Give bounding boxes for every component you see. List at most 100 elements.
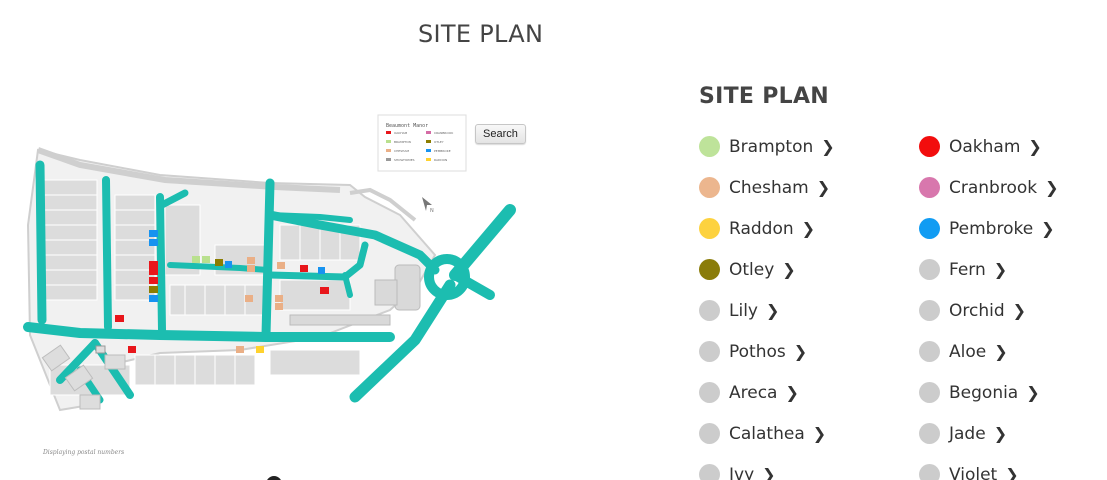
legend-item-violet[interactable]: Violet ❯ [919, 454, 1059, 480]
legend-label: Otley [729, 259, 775, 280]
map-key-label: PEMBROKE [434, 149, 451, 153]
map-key-swatch [426, 140, 431, 143]
svg-text:N: N [430, 208, 434, 214]
chevron-right-icon: ❯ [782, 260, 796, 279]
map-key-swatch [386, 131, 391, 134]
legend-swatch [699, 423, 720, 444]
legend-swatch [699, 341, 720, 362]
chevron-right-icon: ❯ [993, 424, 1008, 443]
legend-label: Pembroke [949, 218, 1034, 239]
legend-item-pothos[interactable]: Pothos ❯ [699, 331, 835, 372]
legend-label: Ivy [729, 464, 755, 480]
legend-label: Raddon [729, 218, 794, 239]
chevron-right-icon: ❯ [993, 260, 1008, 279]
search-button[interactable]: Search [475, 124, 526, 144]
legend-swatch [919, 177, 940, 198]
legend-label: Cranbrook [949, 177, 1038, 198]
site-map[interactable]: N Beaumont Manor OAKHAM CRANBROOK BRAMPTON… [20, 105, 540, 475]
legend-item-calathea[interactable]: Calathea ❯ [699, 413, 835, 454]
legend-swatch [699, 218, 720, 239]
chevron-right-icon: ❯ [793, 342, 808, 361]
map-key-label: SHOWHOMES [394, 158, 415, 162]
map-key-swatch [426, 131, 431, 134]
chevron-right-icon: ❯ [765, 301, 780, 320]
map-key: Beaumont Manor OAKHAM CRANBROOK BRAMPTON OT… [377, 114, 467, 172]
chevron-right-icon: ❯ [1026, 383, 1040, 402]
legend-item-orchid[interactable]: Orchid ❯ [919, 290, 1059, 331]
map-key-swatch [426, 149, 431, 152]
legend-swatch [919, 382, 940, 403]
legend-item-cranbrook[interactable]: Cranbrook ❯ [919, 167, 1059, 208]
legend-swatch [699, 300, 720, 321]
map-key-label: CHESHAM [394, 149, 409, 153]
chevron-right-icon: ❯ [816, 178, 831, 197]
legend-label: Lily [729, 300, 758, 321]
legend-item-begonia[interactable]: Begonia ❯ [919, 372, 1059, 413]
chevron-right-icon: ❯ [801, 219, 816, 238]
legend-label: Orchid [949, 300, 1005, 321]
map-key-swatch [386, 158, 391, 161]
legend-item-raddon[interactable]: Raddon ❯ [699, 208, 835, 249]
scroll-indicator[interactable] [266, 476, 282, 480]
legend-item-brampton[interactable]: Brampton ❯ [699, 126, 835, 167]
legend-label: Fern [949, 259, 986, 280]
legend-label: Violet [949, 464, 998, 480]
legend-swatch [919, 136, 940, 157]
legend-label: Areca [729, 382, 778, 403]
map-key-label: CRANBROOK [434, 131, 454, 135]
map-key-swatch [426, 158, 431, 161]
map-key-label: BRAMPTON [394, 140, 411, 144]
legend-label: Aloe [949, 341, 987, 362]
legend-item-jade[interactable]: Jade ❯ [919, 413, 1059, 454]
legend-swatch [919, 259, 940, 280]
legend-column-left: Brampton ❯ Chesham ❯ Raddon ❯ Otley ❯ Lily ❯ Potho… [699, 126, 835, 480]
map-key-label: OAKHAM [394, 131, 408, 135]
legend-swatch [699, 136, 720, 157]
legend-label: Calathea [729, 423, 805, 444]
legend-label: Pothos [729, 341, 786, 362]
legend-swatch [699, 177, 720, 198]
legend-item-lily[interactable]: Lily ❯ [699, 290, 835, 331]
chevron-right-icon: ❯ [762, 465, 776, 480]
legend-swatch [699, 382, 720, 403]
map-key-swatch [386, 140, 391, 143]
legend-label: Begonia [949, 382, 1019, 403]
legend-swatch [919, 341, 940, 362]
chevron-right-icon: ❯ [1028, 137, 1042, 156]
legend-item-aloe[interactable]: Aloe ❯ [919, 331, 1059, 372]
chevron-right-icon: ❯ [1012, 301, 1027, 320]
legend-item-chesham[interactable]: Chesham ❯ [699, 167, 835, 208]
map-key-title: Beaumont Manor [386, 123, 428, 129]
legend-item-oakham[interactable]: Oakham ❯ [919, 126, 1059, 167]
chevron-right-icon: ❯ [1041, 219, 1055, 238]
chevron-right-icon: ❯ [1005, 465, 1019, 480]
legend-swatch [919, 464, 940, 480]
page-title: SITE PLAN [418, 20, 544, 48]
legend-item-pembroke[interactable]: Pembroke ❯ [919, 208, 1059, 249]
map-key-label: RADDON [434, 158, 447, 162]
chevron-right-icon: ❯ [812, 424, 827, 443]
north-arrow-icon: N [422, 197, 434, 214]
legend-label: Brampton [729, 136, 814, 157]
legend-label: Oakham [949, 136, 1021, 157]
legend-swatch [919, 423, 940, 444]
legend-swatch [919, 300, 940, 321]
legend-swatch [699, 259, 720, 280]
legend-title: SITE PLAN [699, 84, 830, 109]
map-key-label: OTLEY [434, 140, 444, 144]
legend-item-ivy[interactable]: Ivy ❯ [699, 454, 835, 480]
map-caption: Displaying postal numbers [43, 449, 125, 456]
chevron-right-icon: ❯ [1045, 178, 1059, 197]
legend-item-otley[interactable]: Otley ❯ [699, 249, 835, 290]
chevron-right-icon: ❯ [785, 383, 799, 402]
legend-label: Chesham [729, 177, 809, 198]
map-key-swatch [386, 149, 391, 152]
legend-swatch [699, 464, 720, 480]
legend-label: Jade [949, 423, 986, 444]
chevron-right-icon: ❯ [994, 342, 1008, 361]
legend-swatch [919, 218, 940, 239]
site-map-drawing[interactable]: N Beaumont Manor OAKHAM CRANBROOK BRAMPTON… [20, 105, 540, 475]
legend-item-areca[interactable]: Areca ❯ [699, 372, 835, 413]
chevron-right-icon: ❯ [821, 137, 835, 156]
legend-item-fern[interactable]: Fern ❯ [919, 249, 1059, 290]
